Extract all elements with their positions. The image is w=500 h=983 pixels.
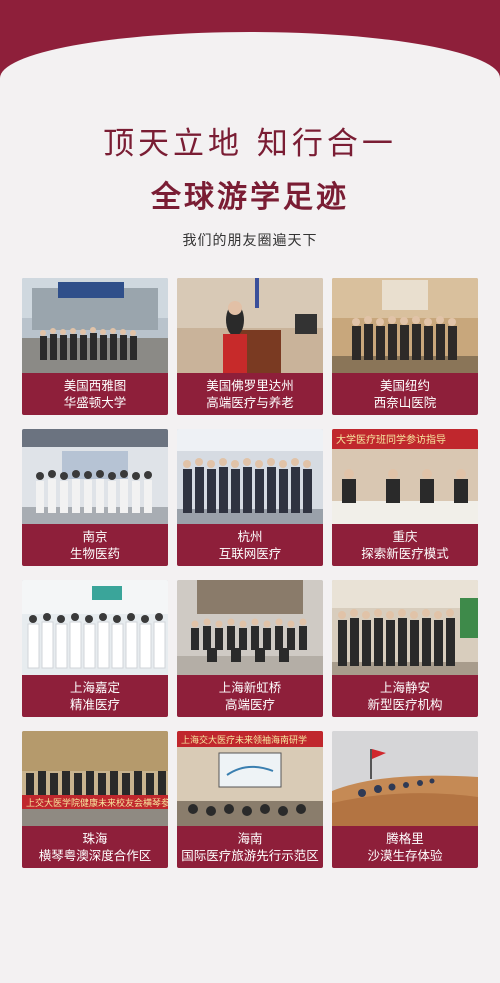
card-caption: 珠海 横琴粤澳深度合作区 <box>22 826 168 868</box>
headline-subtitle: 我们的朋友圈遍天下 <box>182 233 318 249</box>
card-topic: 高端医疗 <box>224 697 275 712</box>
meeting-photo: 大学医疗班同学参访指导 <box>332 429 478 524</box>
card-topic: 新型医疗机构 <box>367 697 443 712</box>
destination-card-hainan[interactable]: 上海交大医疗未来领袖海南研学 海南 国际医疗旅游先行示范区 <box>177 731 323 868</box>
card-caption: 美国佛罗里达州 高端医疗与养老 <box>177 373 323 415</box>
card-caption: 上海新虹桥 高端医疗 <box>177 675 323 717</box>
card-location: 上海静安 <box>379 680 430 695</box>
headline-title: 全球游学足迹 <box>151 180 349 215</box>
card-caption: 重庆 探索新医疗模式 <box>332 524 478 566</box>
event-banner-text: 上交大医学院健康未来校友会横琴参访 <box>26 797 168 809</box>
destination-card-shanghai-hongqiao[interactable]: 上海新虹桥 高端医疗 <box>177 580 323 717</box>
destination-card-shanghai-jingan[interactable]: 上海静安 新型医疗机构 <box>332 580 478 717</box>
card-location: 重庆 <box>392 529 418 544</box>
card-location: 美国佛罗里达州 <box>206 378 294 393</box>
card-caption: 上海静安 新型医疗机构 <box>332 675 478 717</box>
group-photo <box>22 278 168 373</box>
card-topic: 沙漠生存体验 <box>367 848 443 863</box>
desert-photo <box>332 731 478 826</box>
destination-card-nanjing[interactable]: 南京 生物医药 <box>22 429 168 566</box>
group-photo: 上交大医学院健康未来校友会横琴参访 <box>22 731 168 826</box>
event-banner-text: 大学医疗班同学参访指导 <box>336 433 446 446</box>
card-location: 上海新虹桥 <box>218 680 282 695</box>
card-topic: 互联网医疗 <box>218 546 282 561</box>
group-photo <box>22 429 168 524</box>
card-caption: 腾格里 沙漠生存体验 <box>332 826 478 868</box>
card-caption: 上海嘉定 精准医疗 <box>22 675 168 717</box>
destination-card-chongqing[interactable]: 大学医疗班同学参访指导 重庆 探索新医疗模式 <box>332 429 478 566</box>
card-topic: 高端医疗与养老 <box>206 395 294 410</box>
card-location: 美国纽约 <box>379 378 430 393</box>
card-caption: 杭州 互联网医疗 <box>177 524 323 566</box>
card-location: 上海嘉定 <box>69 680 120 695</box>
card-caption: 美国纽约 西奈山医院 <box>332 373 478 415</box>
destination-card-seattle[interactable]: 美国西雅图 华盛顿大学 <box>22 278 168 415</box>
headline-motto: 顶天立地 知行合一 <box>103 126 397 162</box>
group-photo <box>22 580 168 675</box>
card-topic: 华盛顿大学 <box>63 395 127 410</box>
destination-card-zhuhai[interactable]: 上交大医学院健康未来校友会横琴参访 珠海 横琴粤澳深度合作区 <box>22 731 168 868</box>
card-topic: 横琴粤澳深度合作区 <box>38 848 152 863</box>
group-photo <box>177 429 323 524</box>
destination-card-tengger[interactable]: 腾格里 沙漠生存体验 <box>332 731 478 868</box>
card-location: 南京 <box>82 529 108 544</box>
card-caption: 南京 生物医药 <box>22 524 168 566</box>
card-location: 美国西雅图 <box>63 378 127 393</box>
card-location: 海南 <box>237 831 263 846</box>
destination-card-florida[interactable]: 美国佛罗里达州 高端医疗与养老 <box>177 278 323 415</box>
group-photo <box>332 580 478 675</box>
card-topic: 探索新医疗模式 <box>361 546 449 561</box>
group-photo <box>177 580 323 675</box>
card-caption: 海南 国际医疗旅游先行示范区 <box>177 826 323 868</box>
card-topic: 生物医药 <box>69 546 120 561</box>
card-location: 腾格里 <box>386 831 424 846</box>
event-banner-text: 上海交大医疗未来领袖海南研学 <box>181 734 307 746</box>
card-topic: 西奈山医院 <box>373 395 437 410</box>
card-topic: 精准医疗 <box>69 697 120 712</box>
card-location: 杭州 <box>237 529 263 544</box>
destination-card-shanghai-jiading[interactable]: 上海嘉定 精准医疗 <box>22 580 168 717</box>
classroom-photo: 上海交大医疗未来领袖海南研学 <box>177 731 323 826</box>
card-caption: 美国西雅图 华盛顿大学 <box>22 373 168 415</box>
group-photo <box>332 278 478 373</box>
destination-card-hangzhou[interactable]: 杭州 互联网医疗 <box>177 429 323 566</box>
card-topic: 国际医疗旅游先行示范区 <box>181 848 319 863</box>
destination-card-newyork[interactable]: 美国纽约 西奈山医院 <box>332 278 478 415</box>
card-location: 珠海 <box>82 831 108 846</box>
speaker-photo <box>177 278 323 373</box>
